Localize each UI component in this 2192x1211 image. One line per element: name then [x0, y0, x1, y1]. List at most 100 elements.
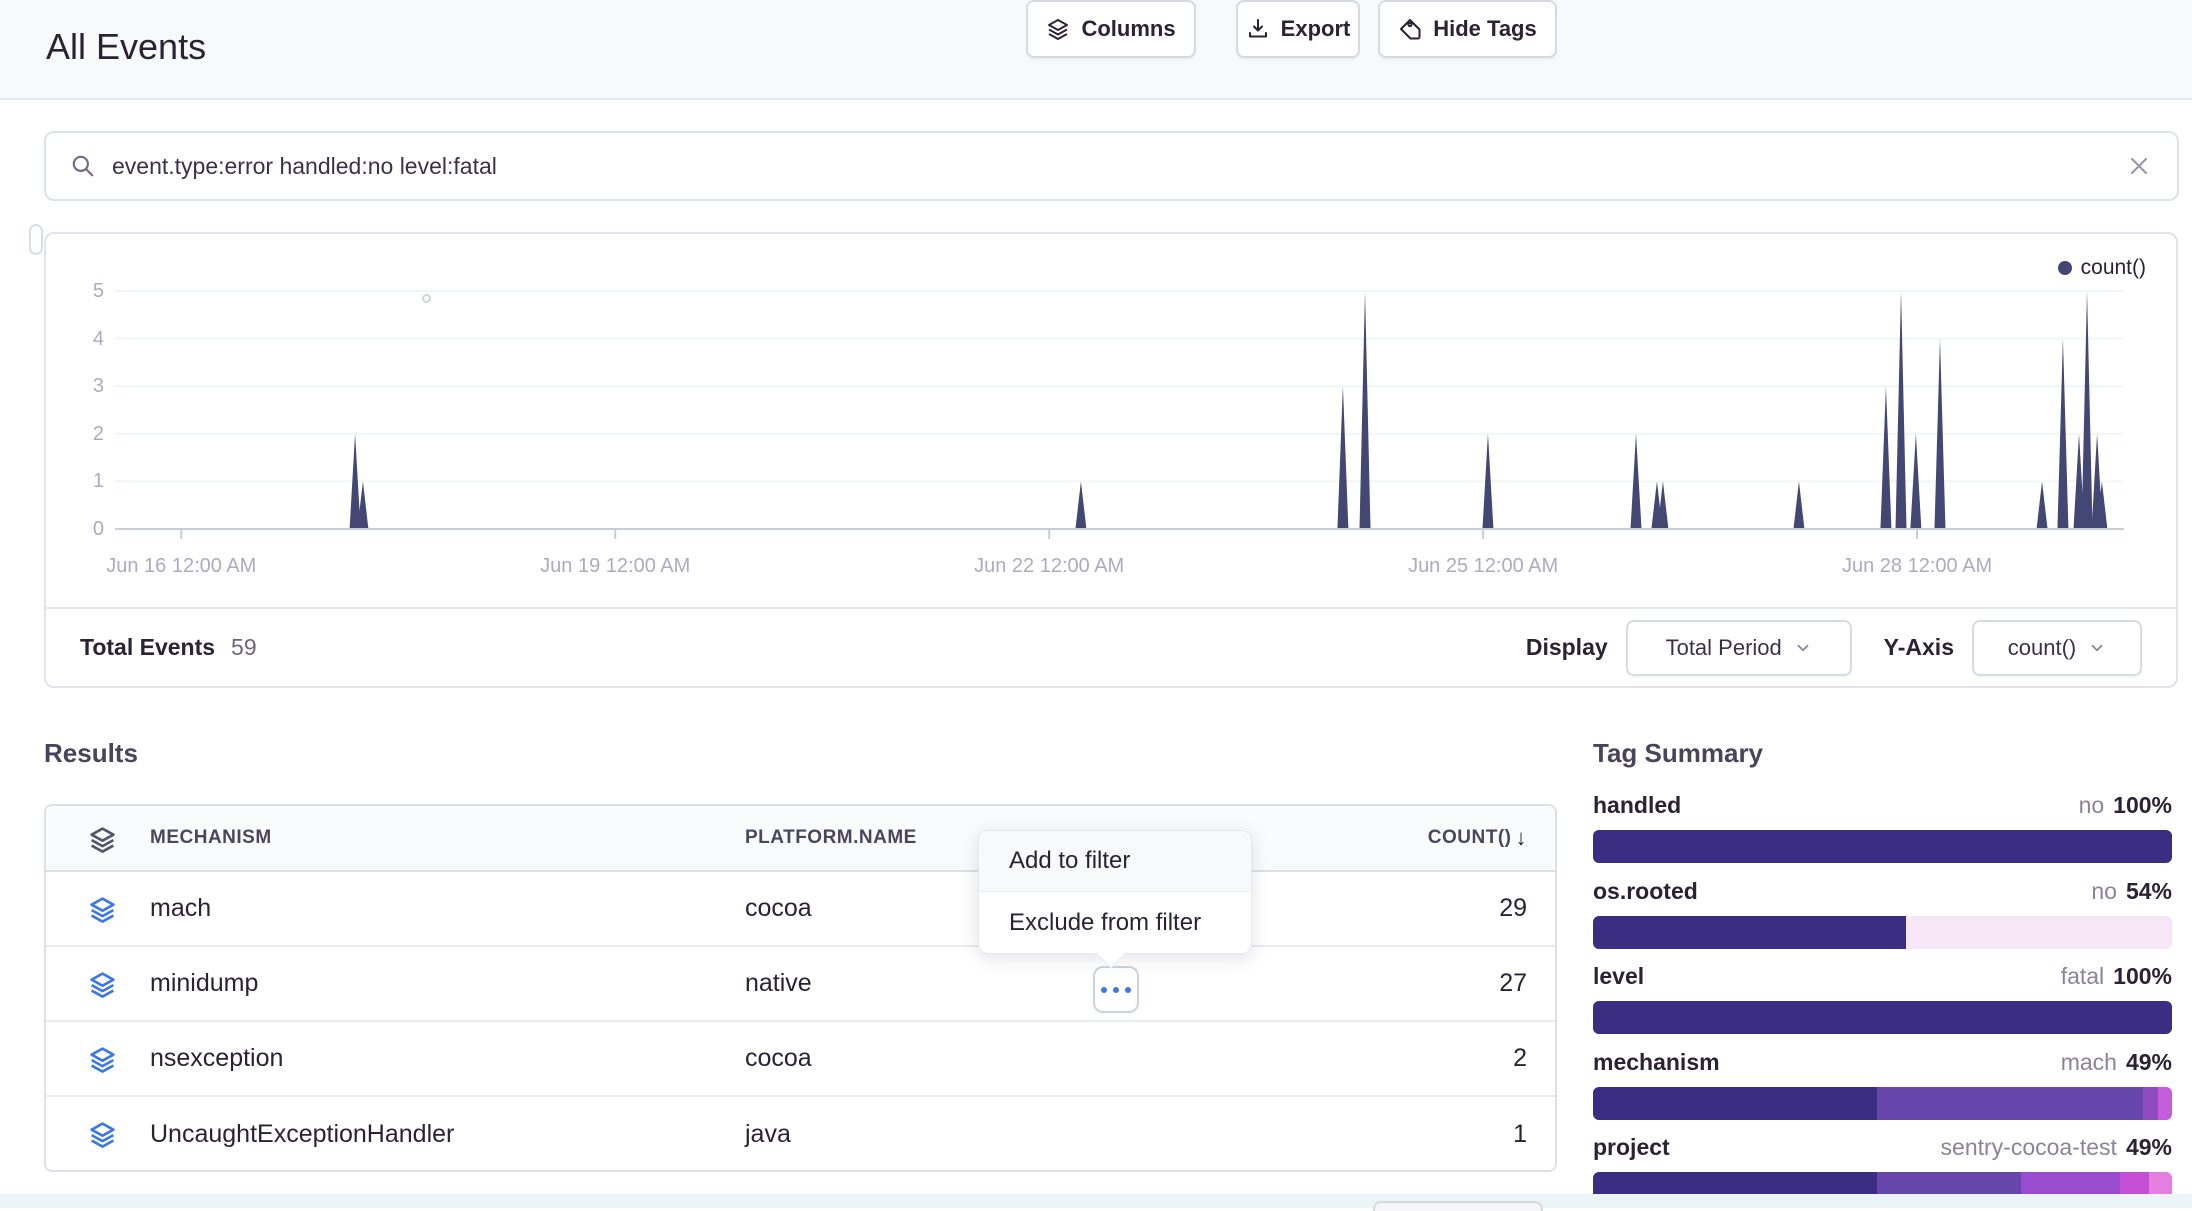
y-axis-tick-label: 4 [64, 328, 104, 350]
tag-bar-segment [1593, 1087, 1877, 1120]
tag-bar-segment [1877, 1087, 2143, 1120]
y-axis-tick-label: 0 [64, 518, 104, 540]
tag-top-value: fatal [2061, 963, 2104, 990]
search-icon [70, 153, 96, 179]
yaxis-label: Y-Axis [1884, 634, 1954, 661]
x-axis-tick-label: Jun 19 12:00 AM [495, 555, 735, 578]
clear-search-icon[interactable] [2125, 152, 2153, 180]
menu-item-add-to-filter[interactable]: Add to filter [979, 831, 1251, 892]
column-header-count-label: COUNT() [1428, 827, 1512, 849]
layers-icon[interactable] [88, 825, 117, 854]
total-events-value: 59 [231, 634, 257, 661]
cell-count: 1 [1513, 1120, 1527, 1149]
tag-bar-segment [1593, 830, 2172, 863]
tag-summary-row[interactable]: os.rooted no 54% [1593, 878, 2172, 949]
tag-distribution-bar[interactable] [1593, 830, 2172, 863]
tag-summary-row[interactable]: handled no 100% [1593, 792, 2172, 863]
cell-mechanism[interactable]: nsexception [150, 1044, 283, 1073]
cell-count: 29 [1499, 894, 1527, 923]
table-row[interactable]: mach cocoa 29 [46, 872, 1555, 947]
chart-plot-area[interactable] [115, 279, 2124, 543]
tag-distribution-bar[interactable] [1593, 1087, 2172, 1120]
x-axis-tick-label: Jun 22 12:00 AM [929, 555, 1169, 578]
tag-bar-segment [1593, 916, 1906, 949]
layers-icon [1046, 17, 1070, 41]
column-header-mechanism[interactable]: MECHANISM [150, 827, 272, 849]
cell-mechanism[interactable]: UncaughtExceptionHandler [150, 1120, 454, 1149]
search-query[interactable]: event.type:error handled:no level:fatal [112, 153, 2125, 180]
layers-icon [88, 970, 117, 999]
cell-platform[interactable]: cocoa [745, 894, 812, 923]
tag-icon [1398, 17, 1422, 41]
table-header-row: MECHANISM PLATFORM.NAME COUNT() ↓ [46, 806, 1555, 872]
table-row[interactable]: UncaughtExceptionHandler java 1 [46, 1097, 1555, 1172]
tag-summary-heading: Tag Summary [1593, 738, 1763, 769]
tag-bar-segment [1593, 1001, 2172, 1034]
yaxis-dropdown-value: count() [2008, 635, 2076, 661]
cell-platform[interactable]: cocoa [745, 1044, 812, 1073]
cell-mechanism[interactable]: minidump [150, 969, 258, 998]
display-dropdown-value: Total Period [1666, 635, 1782, 661]
sort-desc-icon: ↓ [1516, 825, 1528, 851]
download-icon [1246, 17, 1270, 41]
cell-mechanism[interactable]: mach [150, 894, 211, 923]
tag-top-value: mach [2061, 1049, 2117, 1076]
tag-top-value: sentry-cocoa-test [1941, 1134, 2117, 1161]
table-row[interactable]: minidump native 27 [46, 947, 1555, 1022]
hide-tags-button-label: Hide Tags [1433, 16, 1537, 42]
legend-label: count() [2081, 256, 2146, 280]
tag-percent: 49% [2126, 1134, 2172, 1161]
x-axis-tick-label: Jun 16 12:00 AM [61, 555, 301, 578]
tag-percent: 54% [2126, 878, 2172, 905]
column-header-platform[interactable]: PLATFORM.NAME [745, 827, 917, 849]
tag-bar-segment [2143, 1087, 2157, 1120]
export-button-label: Export [1281, 16, 1351, 42]
column-header-count[interactable]: COUNT() ↓ [1428, 825, 1527, 851]
layers-icon [88, 895, 117, 924]
tag-name: os.rooted [1593, 878, 1698, 905]
tag-summary-row[interactable]: mechanism mach 49% [1593, 1049, 2172, 1120]
tag-percent: 49% [2126, 1049, 2172, 1076]
tag-percent: 100% [2113, 792, 2172, 819]
layers-icon [88, 1120, 117, 1149]
results-table: MECHANISM PLATFORM.NAME COUNT() ↓ mach c… [44, 804, 1557, 1172]
tag-name: project [1593, 1134, 1670, 1161]
columns-button-label: Columns [1081, 16, 1175, 42]
chevron-down-icon [1794, 639, 1812, 657]
cell-platform[interactable]: native [745, 969, 812, 998]
search-input[interactable]: event.type:error handled:no level:fatal [44, 131, 2179, 201]
panel-drag-handle[interactable] [29, 224, 43, 255]
display-dropdown[interactable]: Total Period [1626, 620, 1852, 676]
layers-icon [88, 1045, 117, 1074]
y-axis-tick-label: 2 [64, 423, 104, 445]
y-axis-tick-label: 3 [64, 375, 104, 397]
tag-name: level [1593, 963, 1644, 990]
total-events-label: Total Events [80, 634, 215, 661]
display-label: Display [1526, 634, 1608, 661]
cell-platform[interactable]: java [745, 1120, 791, 1149]
chevron-down-icon [2088, 639, 2106, 657]
tag-distribution-bar[interactable] [1593, 1001, 2172, 1034]
x-axis-tick-label: Jun 28 12:00 AM [1797, 555, 2037, 578]
columns-button[interactable]: Columns [1026, 0, 1196, 58]
chart-legend[interactable]: count() [2058, 256, 2146, 280]
cell-count: 2 [1513, 1044, 1527, 1073]
tag-percent: 100% [2113, 963, 2172, 990]
y-axis-tick-label: 1 [64, 470, 104, 492]
tag-summary-row[interactable]: level fatal 100% [1593, 963, 2172, 1034]
cell-actions-button[interactable] [1093, 966, 1139, 1013]
tag-name: mechanism [1593, 1049, 1720, 1076]
page-bottom-strip [0, 1194, 2192, 1208]
tag-distribution-bar[interactable] [1593, 916, 2172, 949]
export-button[interactable]: Export [1236, 0, 1360, 58]
yaxis-dropdown[interactable]: count() [1972, 620, 2142, 676]
table-row[interactable]: nsexception cocoa 2 [46, 1022, 1555, 1097]
cell-count: 27 [1499, 969, 1527, 998]
pagination-button-partial[interactable] [1373, 1201, 1543, 1211]
results-heading: Results [44, 738, 138, 769]
hide-tags-button[interactable]: Hide Tags [1378, 0, 1557, 58]
tag-top-value: no [2079, 792, 2105, 819]
cell-context-menu: Add to filter Exclude from filter [978, 830, 1252, 954]
events-chart-panel: count() Total Events 59 Display Total Pe… [44, 232, 2178, 688]
chart-footer: Total Events 59 Display Total Period Y-A… [46, 607, 2176, 686]
